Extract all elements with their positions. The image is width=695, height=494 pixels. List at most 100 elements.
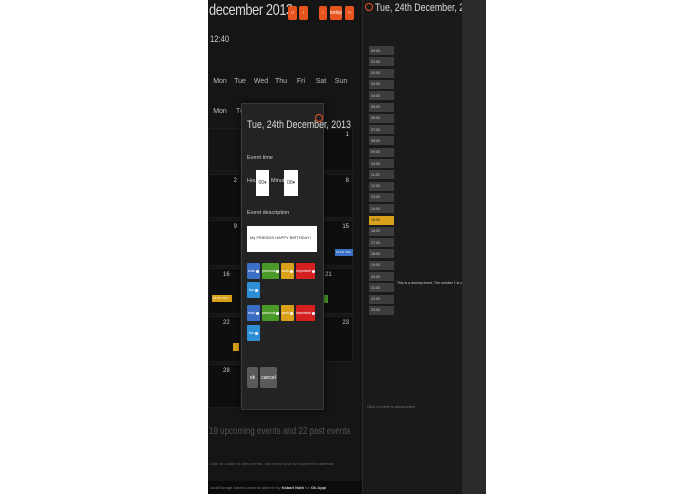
tag-todo-alt[interactable]: todo	[247, 305, 260, 321]
day-cell[interactable]: 28	[208, 364, 241, 408]
day-number: 23	[342, 320, 349, 326]
time-slot[interactable]: 02:00	[369, 68, 394, 78]
time-slot[interactable]: 07:00	[369, 125, 394, 135]
time-slot[interactable]: 18:00	[369, 249, 394, 259]
time-slot[interactable]: 01:00	[369, 57, 394, 67]
time-slot[interactable]: 19:00	[369, 260, 394, 270]
time-slot[interactable]: 03:00	[369, 79, 394, 89]
day-cell[interactable]: 15 15:20: This	[323, 220, 353, 266]
day-cell[interactable]: 2	[208, 174, 241, 218]
prev-year-button[interactable]: ‹‹	[288, 6, 297, 20]
day-number: 22	[223, 320, 230, 326]
time-slot[interactable]: 21:00	[369, 283, 394, 293]
day-number: 28	[223, 368, 230, 374]
tag-label: important	[296, 311, 311, 315]
credit-author-link[interactable]: Kabari Nath	[282, 485, 304, 490]
event-marker[interactable]	[324, 295, 328, 303]
day-cell[interactable]: 9	[208, 220, 241, 266]
tag-label: personal	[262, 311, 276, 315]
radio-icon	[255, 311, 259, 315]
time-slot[interactable]: 10:00	[369, 159, 394, 168]
radio-icon	[290, 269, 294, 273]
time-slot[interactable]: 06:00	[369, 113, 394, 123]
weekday-mon: Mon	[213, 78, 227, 85]
radio-icon	[311, 269, 315, 273]
add-event-hint: Click on a time to add an event	[367, 405, 416, 409]
next-year-button[interactable]: ››	[345, 6, 354, 20]
time-slot[interactable]: 11:00	[369, 170, 394, 180]
day-cell[interactable]: 22	[208, 316, 241, 362]
day-cell[interactable]: 8	[323, 174, 353, 218]
day-cell[interactable]: 23	[323, 316, 353, 362]
day-number: 21	[325, 272, 332, 278]
time-slot[interactable]: 08:00	[369, 136, 394, 146]
tag-label: work	[281, 269, 290, 273]
tag-important[interactable]: important	[296, 263, 315, 279]
day-number: 15	[342, 224, 349, 230]
tag-personal[interactable]: personal	[262, 263, 279, 279]
cancel-button[interactable]: cancel	[260, 367, 277, 388]
tag-fun[interactable]: fun	[247, 282, 260, 298]
ok-button[interactable]: ok	[247, 367, 258, 388]
day-cell[interactable]: 1	[323, 128, 353, 171]
event-marker[interactable]	[233, 343, 239, 351]
time-slot[interactable]: 00:00	[369, 46, 394, 55]
events-summary: 19 upcoming events and 22 past events	[209, 426, 351, 437]
tag-label: fun	[249, 331, 254, 335]
radio-icon	[276, 311, 279, 315]
time-slot[interactable]: 13:00	[369, 192, 394, 202]
time-slot[interactable]: 22:00	[369, 294, 394, 304]
prev-month-button[interactable]: ‹	[299, 6, 308, 20]
tag-todo[interactable]: todo	[247, 263, 260, 279]
clock-icon	[365, 3, 373, 11]
event-tag[interactable]: 15:00: This	[212, 295, 232, 302]
description-input[interactable]: My FRIENDS HAPPY BIRTHDAY!	[247, 226, 317, 252]
time-slot[interactable]: 04:00	[369, 91, 394, 101]
slot-event-note[interactable]: This is a dummy event. The number 1 is c…	[397, 281, 468, 285]
day-cell[interactable]: 21	[323, 268, 353, 314]
close-icon[interactable]	[315, 114, 323, 122]
day-cell[interactable]	[208, 128, 241, 171]
calendar-hint: Click on a date to view events. Use arro…	[209, 461, 335, 466]
weekday-thu: Thu	[274, 78, 288, 85]
radio-icon	[311, 311, 315, 315]
time-slot[interactable]: 16:00	[369, 226, 394, 236]
chevron-down-icon: ▾	[264, 180, 267, 186]
minute-select[interactable]: 00 ▾	[284, 170, 298, 196]
weekday-sat: Sat	[315, 78, 327, 85]
credit-for: for	[305, 485, 310, 490]
time-slot[interactable]: 23:00	[369, 305, 394, 315]
next-month-button[interactable]: ›	[319, 6, 327, 20]
tag-personal-alt[interactable]: personal	[262, 305, 279, 321]
day-number: 2	[233, 178, 237, 184]
chevron-down-icon: ▾	[292, 180, 296, 186]
tag-work-alt[interactable]: work	[281, 305, 294, 321]
clock: 12:40	[210, 34, 230, 44]
radio-icon	[254, 288, 258, 292]
time-slot[interactable]: 17:00	[369, 238, 394, 248]
day-cell[interactable]: 16 15:00: This	[208, 268, 241, 314]
hour-select[interactable]: 00 ▾	[256, 170, 269, 196]
time-slot[interactable]: 09:00	[369, 147, 394, 157]
time-slot[interactable]: 12:00	[369, 181, 394, 191]
event-modal: Tue, 24th December, 2013 Event time Hour…	[241, 103, 351, 410]
time-slot[interactable]: 14:00	[369, 204, 394, 214]
credit-target-link[interactable]: Ok Appi	[311, 485, 326, 490]
tag-label: fun	[249, 288, 254, 292]
time-slot[interactable]: 05:00	[369, 102, 394, 112]
event-tag[interactable]: 15:20: This	[335, 249, 353, 256]
today-button[interactable]: today	[330, 6, 342, 20]
modal-title: Tue, 24th December, 2013	[247, 119, 351, 131]
weekday-tue: Tue	[234, 78, 246, 85]
tag-fun-alt[interactable]: fun	[247, 325, 260, 341]
time-slot[interactable]: 15:00	[369, 215, 394, 225]
day-number: 1	[345, 132, 349, 138]
day-number: 9	[233, 224, 237, 230]
tag-important-alt[interactable]: important	[296, 305, 315, 321]
radio-icon	[255, 269, 259, 273]
credit-prefix: localStorage based personal planner by	[210, 485, 281, 490]
weekday-sun: Sun	[334, 78, 348, 85]
time-slot[interactable]: 20:00	[369, 272, 394, 281]
tag-label: work	[281, 311, 290, 315]
tag-work[interactable]: work	[281, 263, 294, 279]
